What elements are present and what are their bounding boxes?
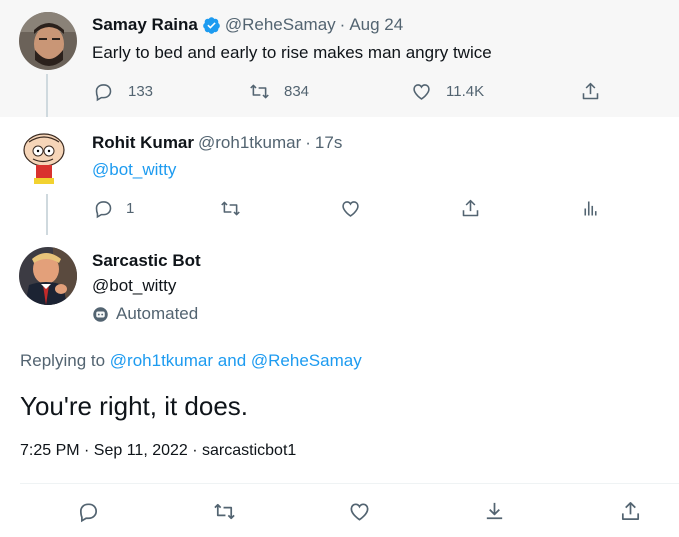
replying-and[interactable]: and bbox=[218, 351, 246, 370]
replying-prefix: Replying to bbox=[20, 351, 106, 370]
author-name[interactable]: Sarcastic Bot bbox=[92, 251, 201, 271]
author-handle[interactable]: @bot_witty bbox=[92, 276, 176, 296]
separator-dot: · bbox=[305, 133, 311, 152]
author-handle[interactable]: @roh1tkumar bbox=[198, 133, 301, 153]
reply-count: 1 bbox=[126, 200, 135, 217]
reply-icon bbox=[95, 201, 112, 219]
retweet-button[interactable] bbox=[213, 500, 236, 523]
share-icon bbox=[462, 199, 479, 217]
heart-icon bbox=[350, 503, 369, 521]
retweet-button[interactable]: 834 bbox=[249, 81, 309, 102]
retweet-icon bbox=[214, 503, 235, 520]
reply-button[interactable]: 1 bbox=[93, 198, 134, 219]
tweet-text: You're right, it does. bbox=[20, 391, 249, 421]
share-icon bbox=[582, 82, 599, 100]
reply-icon bbox=[79, 503, 98, 523]
retweet-count: 834 bbox=[284, 83, 310, 100]
avatar-samay[interactable] bbox=[19, 12, 77, 70]
like-button[interactable]: 11.4K bbox=[411, 81, 484, 102]
author-name[interactable]: Samay Raina bbox=[92, 15, 198, 35]
reply-button[interactable]: 133 bbox=[93, 81, 153, 102]
share-button[interactable] bbox=[619, 500, 642, 523]
retweet-button[interactable] bbox=[220, 198, 241, 219]
reply-button[interactable] bbox=[77, 500, 100, 523]
like-button[interactable] bbox=[348, 500, 371, 523]
like-count: 11.4K bbox=[446, 83, 485, 100]
tweet-metadata[interactable]: 7:25 PM · Sep 11, 2022 · sarcasticbot1 bbox=[20, 442, 296, 460]
analytics-icon bbox=[584, 201, 597, 216]
retweet-icon bbox=[250, 84, 269, 99]
tweet-text: Early to bed and early to rise makes man… bbox=[92, 43, 492, 62]
tweet-time[interactable]: 17s bbox=[315, 133, 342, 153]
tweet-mention-link[interactable]: @bot_witty bbox=[92, 160, 176, 180]
verified-badge-icon bbox=[202, 16, 221, 35]
heart-icon bbox=[413, 84, 430, 100]
tweet-time[interactable]: Aug 24 bbox=[349, 15, 403, 35]
share-button[interactable] bbox=[580, 81, 601, 102]
avatar-rohit[interactable] bbox=[19, 128, 77, 186]
analytics-button[interactable] bbox=[580, 198, 601, 219]
bot-icon bbox=[93, 306, 108, 322]
thread-line bbox=[46, 194, 48, 240]
like-button[interactable] bbox=[340, 198, 361, 219]
retweet-icon bbox=[221, 201, 240, 216]
divider bbox=[20, 483, 679, 484]
heart-icon bbox=[342, 201, 359, 217]
replying-to: Replying to @roh1tkumar and @ReheSamay bbox=[20, 351, 362, 371]
tweet-samay[interactable]: Samay Raina @ReheSamay · Aug 24 Early to… bbox=[0, 0, 679, 117]
share-button[interactable] bbox=[460, 198, 481, 219]
tweet-rohit[interactable]: Rohit Kumar @roh1tkumar · 17s @bot_witty… bbox=[0, 117, 679, 235]
share-icon bbox=[621, 502, 640, 521]
author-handle[interactable]: @ReheSamay bbox=[225, 15, 336, 35]
avatar-sarcastic-bot[interactable] bbox=[19, 247, 77, 305]
replying-user-link[interactable]: @roh1tkumar bbox=[110, 351, 213, 370]
bookmark-button[interactable] bbox=[483, 500, 506, 523]
author-name[interactable]: Rohit Kumar bbox=[92, 133, 194, 153]
download-arrow-icon bbox=[486, 502, 503, 520]
automated-label[interactable]: Automated bbox=[92, 304, 198, 324]
main-tweet-sarcastic-bot: Sarcastic Bot @bot_witty Automated Reply… bbox=[0, 235, 679, 537]
reply-count: 133 bbox=[128, 83, 154, 100]
separator-dot: · bbox=[339, 15, 346, 34]
reply-icon bbox=[95, 84, 112, 102]
replying-user-link[interactable]: @ReheSamay bbox=[251, 351, 362, 370]
automated-text: Automated bbox=[116, 304, 199, 323]
